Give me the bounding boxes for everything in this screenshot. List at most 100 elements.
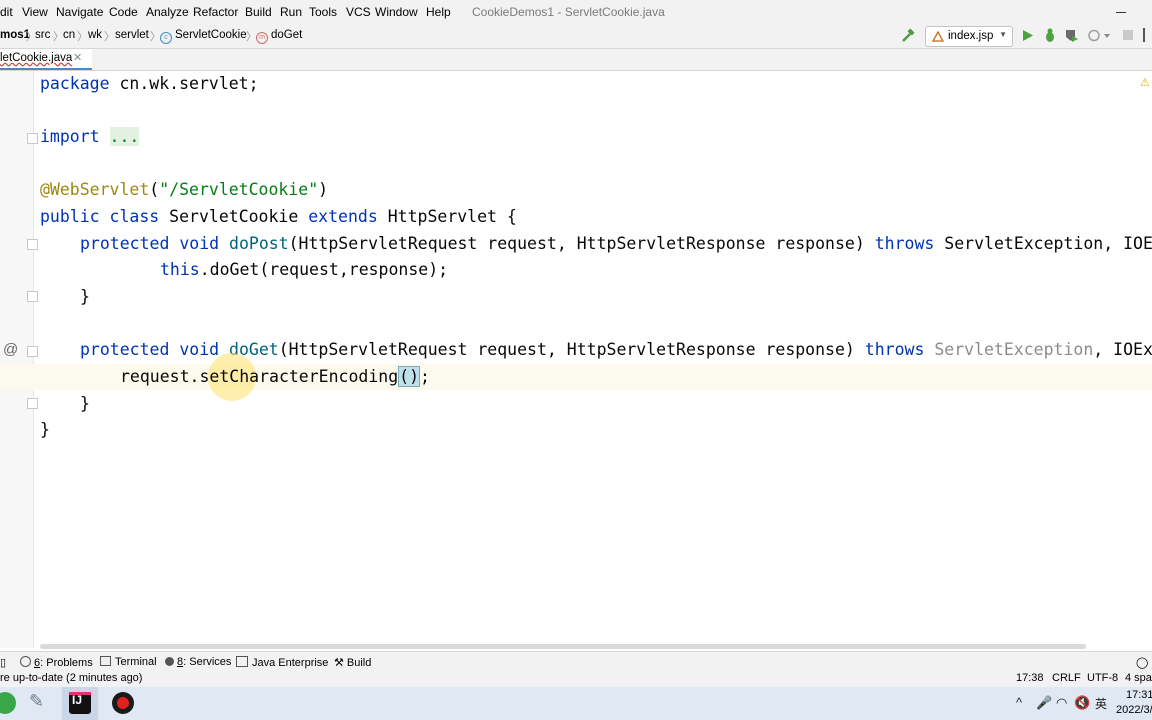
tool-java-enterprise[interactable]: Java Enterprise	[236, 656, 328, 669]
code-text: )	[318, 180, 329, 199]
tool-services-label: : Services	[183, 656, 232, 668]
code-text: HttpServlet {	[377, 207, 517, 226]
clock-date[interactable]: 2022/3/	[1116, 704, 1152, 716]
breadcrumb-servlet[interactable]: servlet	[115, 29, 149, 41]
stop-icon[interactable]	[1122, 29, 1134, 41]
intellij-idea-icon[interactable]: IJ	[69, 692, 91, 714]
horizontal-scrollbar[interactable]	[40, 644, 1086, 649]
code-text: ServletException, IOE	[934, 234, 1152, 253]
breadcrumb-src[interactable]: src	[35, 29, 50, 41]
menu-navigate[interactable]: Navigate	[56, 5, 103, 19]
volume-muted-icon[interactable]: 🔇	[1074, 695, 1090, 711]
unused-exception: ServletException	[924, 340, 1094, 359]
os-taskbar: ✎ IJ ^ 🎤 ◠ 🔇 英 17:31 2022/3/	[0, 687, 1152, 720]
editor-gutter[interactable]	[0, 71, 34, 648]
fold-marker-icon[interactable]	[27, 346, 38, 357]
menu-build[interactable]: Build	[245, 5, 272, 19]
caret-position[interactable]: 17:38	[1016, 672, 1044, 684]
menu-code[interactable]: Code	[109, 5, 138, 19]
app-icon[interactable]	[0, 692, 16, 714]
code-line-5: @WebServlet("/ServletCookie")	[40, 177, 328, 203]
tool-problems-label: : Problems	[40, 657, 93, 669]
tool-terminal[interactable]: Terminal	[100, 656, 157, 668]
close-icon[interactable]: ✕	[73, 51, 82, 64]
breadcrumb-class[interactable]: c ServletCookie	[160, 29, 247, 44]
menu-edit[interactable]: dit	[0, 5, 13, 19]
method-name: doPost	[229, 234, 289, 253]
keyword: public class	[40, 207, 160, 226]
menu-bar: dit View Navigate Code Analyze Refactor …	[0, 0, 1152, 24]
fold-marker-icon[interactable]	[27, 239, 38, 250]
tool-problems[interactable]: 6: Problems	[20, 656, 93, 669]
breadcrumb-class-label: ServletCookie	[175, 29, 247, 41]
minimize-icon[interactable]	[1114, 2, 1128, 20]
build-hammer-icon: ⚒	[334, 657, 344, 669]
override-marker-icon[interactable]: @	[3, 341, 18, 358]
code-line-12: request.setCharacterEncoding();	[120, 364, 430, 390]
search-everywhere-icon[interactable]	[1143, 28, 1152, 42]
status-bar: re up-to-date (2 minutes ago) 17:38 CRLF…	[0, 671, 1152, 687]
string-literal: "/ServletCookie"	[159, 180, 319, 199]
run-configuration-select[interactable]: index.jsp ▼	[925, 26, 1013, 47]
breadcrumb-wk[interactable]: wk	[88, 29, 102, 41]
menu-refactor[interactable]: Refactor	[193, 5, 238, 19]
ime-indicator[interactable]: 英	[1095, 695, 1107, 712]
annotation: @WebServlet	[40, 180, 150, 199]
debug-icon[interactable]	[1043, 28, 1057, 43]
code-text: (	[149, 180, 160, 199]
breadcrumb-method-label: doGet	[271, 29, 303, 41]
code-editor[interactable]: ⚠ @ package cn.wk.servlet; import ... @W…	[0, 71, 1152, 649]
code-text: (HttpServletRequest request, HttpServlet…	[278, 340, 865, 359]
status-message[interactable]: re up-to-date (2 minutes ago)	[0, 672, 142, 684]
event-log-icon[interactable]: ◯	[1136, 656, 1148, 669]
tool-services[interactable]: 8: Services	[165, 656, 231, 668]
tool-build[interactable]: ⚒ Build	[334, 656, 371, 669]
keyword: throws	[874, 234, 935, 253]
keyword: package	[40, 74, 110, 93]
paint-brush-icon[interactable]: ✎	[29, 691, 51, 713]
indent-setting[interactable]: 4 spac	[1125, 672, 1152, 684]
chevron-up-icon[interactable]: ^	[1016, 695, 1022, 710]
menu-window[interactable]: Window	[375, 5, 418, 19]
code-text: cn.wk.servlet;	[109, 74, 259, 93]
class-icon: c	[160, 32, 172, 44]
microphone-icon[interactable]: 🎤	[1036, 695, 1052, 711]
menu-analyze[interactable]: Analyze	[146, 5, 189, 19]
profiler-icon[interactable]	[1087, 28, 1111, 43]
file-encoding[interactable]: UTF-8	[1087, 672, 1118, 684]
record-icon[interactable]	[112, 692, 134, 714]
line-separator[interactable]: CRLF	[1052, 672, 1081, 684]
folded-imports[interactable]: ...	[109, 127, 140, 146]
code-line-8: this.doGet(request,response);	[160, 257, 448, 283]
fold-marker-icon[interactable]	[27, 133, 38, 144]
tool-window-left-icon[interactable]: ▯	[0, 656, 6, 669]
menu-tools[interactable]: Tools	[309, 5, 337, 19]
fold-marker-icon[interactable]	[27, 291, 38, 302]
code-line-14: }	[40, 420, 50, 439]
menu-help[interactable]: Help	[426, 5, 451, 19]
code-line-6: public class ServletCookie extends HttpS…	[40, 204, 517, 230]
menu-view[interactable]: View	[22, 5, 48, 19]
chevron-right-icon: 〉	[104, 31, 115, 43]
keyword: this	[160, 260, 200, 279]
code-text: request.setCharacterEncoding	[120, 367, 399, 386]
code-line-3: import ...	[40, 124, 140, 150]
config-icon	[932, 31, 944, 42]
breadcrumb-method[interactable]: m doGet	[256, 29, 302, 44]
network-icon[interactable]: ◠	[1056, 695, 1067, 711]
keyword: extends	[308, 207, 378, 226]
keyword: protected void	[80, 234, 220, 253]
chevron-right-icon: 〉	[77, 31, 88, 43]
tab-servletcookie-java[interactable]: letCookie.java ✕	[0, 49, 92, 70]
breadcrumb-cn[interactable]: cn	[63, 29, 75, 41]
run-icon[interactable]	[1022, 29, 1034, 42]
tool-window-bar: ▯ 6: Problems Terminal 8: Services Java …	[0, 651, 1152, 672]
warning-icon[interactable]: ⚠	[1140, 76, 1150, 89]
fold-marker-icon[interactable]	[27, 398, 38, 409]
method-icon: m	[256, 32, 268, 44]
menu-vcs[interactable]: VCS	[346, 5, 371, 19]
hammer-icon[interactable]	[900, 28, 916, 44]
menu-run[interactable]: Run	[280, 5, 302, 19]
coverage-icon[interactable]	[1064, 28, 1079, 43]
clock-time[interactable]: 17:31	[1126, 689, 1152, 701]
